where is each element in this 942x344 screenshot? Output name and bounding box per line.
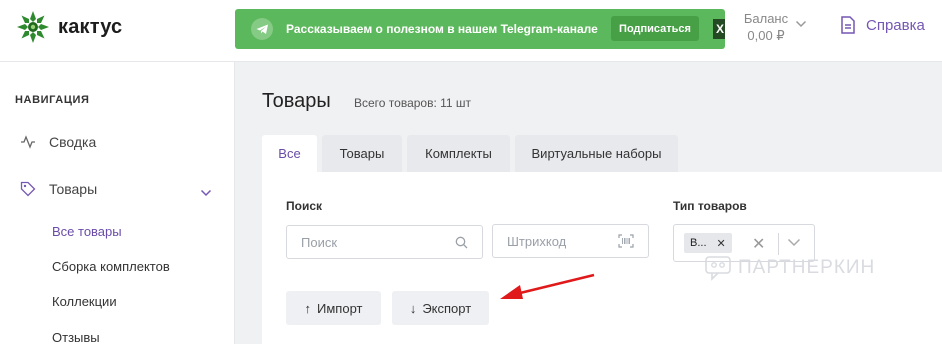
sidebar-item-label: Сводка — [49, 134, 97, 150]
page-title: Товары — [262, 90, 331, 112]
top-header: кактус Рассказываем о полезном в нашем T… — [0, 0, 942, 62]
import-label: Импорт — [317, 300, 363, 316]
sidebar: НАВИГАЦИЯ Сводка Товары Все товары Сборк… — [0, 62, 235, 344]
search-icon — [455, 236, 468, 248]
balance-value: 0,00 ₽ — [747, 28, 785, 43]
sidebar-subitem-reviews[interactable]: Отзывы — [52, 330, 100, 344]
chip-remove-icon[interactable]: ✕ — [717, 237, 726, 250]
tag-icon — [20, 181, 36, 197]
banner-close-button[interactable]: X — [713, 19, 725, 39]
sidebar-subitem-collections[interactable]: Коллекции — [52, 294, 117, 309]
search-label: Поиск — [286, 199, 323, 213]
watermark-text: ПАРТНЕРКИН — [738, 257, 876, 278]
barcode-placeholder: Штрихкод — [507, 233, 567, 249]
help-link[interactable]: Справка — [840, 16, 925, 34]
tab-kits[interactable]: Комплекты — [407, 135, 510, 172]
annotation-arrow-icon — [500, 273, 595, 299]
chip-text: В... — [690, 237, 707, 249]
document-icon — [841, 16, 855, 34]
search-input[interactable]: Поиск — [286, 225, 483, 259]
help-label: Справка — [866, 16, 925, 34]
selected-chip: В... ✕ — [684, 233, 732, 253]
search-placeholder: Поиск — [301, 234, 338, 250]
import-button[interactable]: ↑ Импорт — [286, 291, 381, 325]
telegram-banner[interactable]: Рассказываем о полезном в нашем Telegram… — [235, 9, 725, 49]
sidebar-item-label: Товары — [49, 181, 98, 197]
sidebar-subitem-kit-assembly[interactable]: Сборка комплектов — [52, 259, 170, 274]
barcode-input[interactable]: Штрихкод — [492, 224, 649, 258]
clear-icon[interactable]: ✕ — [752, 234, 765, 254]
chevron-down-icon[interactable] — [795, 20, 807, 28]
page-subtitle: Всего товаров: 11 шт — [354, 96, 472, 110]
logo[interactable]: кактус — [16, 10, 122, 44]
telegram-icon — [251, 18, 273, 40]
arrow-up-icon: ↑ — [304, 300, 312, 316]
tab-products[interactable]: Товары — [322, 135, 402, 172]
nav-title: НАВИГАЦИЯ — [15, 94, 90, 106]
sidebar-item-summary[interactable]: Сводка — [20, 134, 96, 150]
watermark-logo-icon — [705, 256, 731, 281]
activity-icon — [21, 135, 35, 149]
export-label: Экспорт — [422, 300, 472, 316]
cactus-logo-icon — [17, 11, 49, 43]
select-separator — [778, 233, 779, 255]
subscribe-button[interactable]: Подписаться — [611, 16, 699, 41]
watermark: ПАРТНЕРКИН — [704, 255, 875, 281]
sidebar-subitem-all-products[interactable]: Все товары — [52, 224, 122, 239]
balance-label: Баланс — [743, 11, 789, 26]
balance-widget[interactable]: Баланс 0,00 ₽ — [736, 11, 796, 44]
arrow-down-icon: ↓ — [409, 300, 417, 316]
chevron-down-icon[interactable] — [787, 238, 801, 247]
product-type-label: Тип товаров — [673, 199, 747, 213]
logo-text: кактус — [58, 15, 123, 38]
banner-text: Рассказываем о полезном в нашем Telegram… — [286, 22, 598, 36]
tab-all[interactable]: Все — [262, 135, 317, 172]
chevron-down-icon[interactable] — [200, 189, 212, 197]
sidebar-item-products[interactable]: Товары — [20, 181, 97, 197]
barcode-scan-icon[interactable] — [618, 234, 634, 248]
tab-virtual-sets[interactable]: Виртуальные наборы — [515, 135, 678, 172]
export-button[interactable]: ↓ Экспорт — [392, 291, 489, 325]
